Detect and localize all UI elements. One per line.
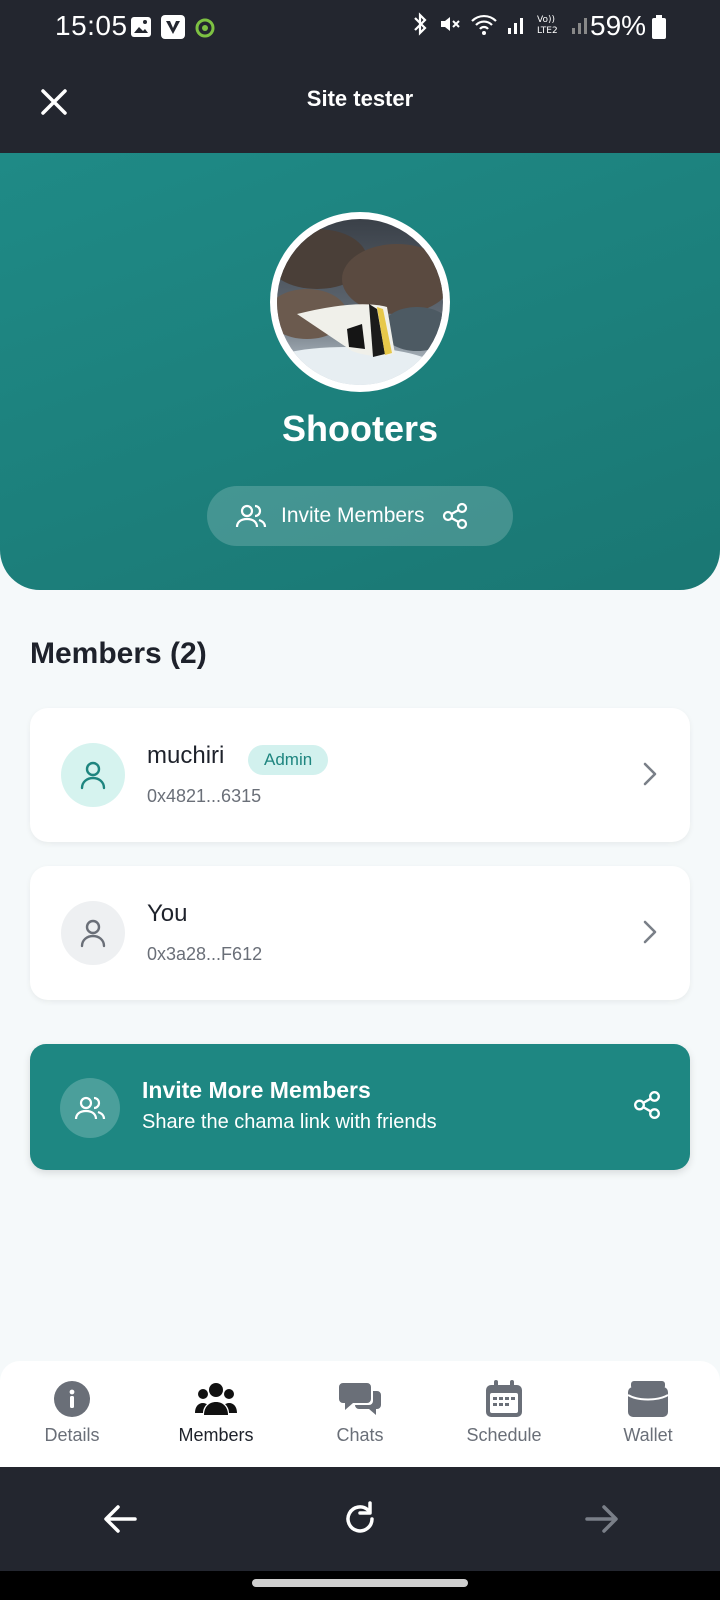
nav-schedule[interactable]: Schedule bbox=[432, 1361, 576, 1467]
user-icon bbox=[80, 919, 106, 948]
invite-members-button[interactable]: Invite Members bbox=[207, 486, 513, 546]
nav-chats[interactable]: Chats bbox=[288, 1361, 432, 1467]
member-row-you[interactable]: You 0x3a28...F612 bbox=[30, 866, 690, 1000]
wifi-icon bbox=[471, 14, 497, 35]
group-header: Shooters Invite Members bbox=[0, 153, 720, 590]
status-system-icons: Vo)) LTE2 bbox=[410, 12, 592, 36]
page-title: Site tester bbox=[306, 86, 414, 111]
reload-button[interactable] bbox=[340, 1499, 380, 1539]
info-icon bbox=[54, 1381, 90, 1417]
system-gesture-area bbox=[0, 1571, 720, 1600]
nav-details[interactable]: Details bbox=[0, 1361, 144, 1467]
bluetooth-icon bbox=[414, 12, 427, 36]
nav-wallet-label: Wallet bbox=[623, 1425, 673, 1445]
status-notification-icons bbox=[130, 14, 216, 40]
forward-button[interactable] bbox=[582, 1499, 622, 1539]
member-name: muchiri bbox=[147, 742, 225, 769]
app-bar: Site tester bbox=[0, 54, 720, 153]
status-time: 15:05 bbox=[55, 10, 128, 41]
admin-badge: Admin bbox=[248, 745, 329, 775]
status-bar: 15:05 Vo)) LTE2 59% bbox=[0, 0, 720, 54]
banner-users-icon-wrap bbox=[60, 1078, 120, 1138]
bottom-navigation: Details Members Chats Schedule Wallet bbox=[0, 1361, 720, 1467]
battery-percentage: 59% bbox=[590, 10, 647, 41]
banner-title: Invite More Members bbox=[142, 1077, 371, 1103]
users-icon bbox=[235, 504, 267, 528]
nav-members[interactable]: Members bbox=[144, 1361, 288, 1467]
chevron-right-icon bbox=[643, 762, 657, 786]
battery-icon bbox=[652, 15, 666, 39]
wallet-icon bbox=[628, 1381, 668, 1417]
member-avatar bbox=[61, 901, 125, 965]
v-app-icon bbox=[161, 15, 185, 39]
member-avatar bbox=[61, 743, 125, 807]
leaf-app-icon bbox=[195, 18, 215, 38]
invite-more-members-card[interactable]: Invite More Members Share the chama link… bbox=[30, 1044, 690, 1170]
arrow-left-icon bbox=[104, 1505, 137, 1533]
member-address: 0x4821...6315 bbox=[147, 786, 262, 806]
volte-icon: Vo))LTE2 bbox=[537, 15, 558, 36]
gallery-icon bbox=[131, 17, 151, 37]
svg-text:Vo)): Vo)) bbox=[537, 15, 555, 25]
group-avatar[interactable] bbox=[270, 212, 450, 392]
share-icon[interactable] bbox=[632, 1090, 662, 1120]
mute-icon bbox=[441, 17, 460, 31]
nav-details-label: Details bbox=[44, 1425, 100, 1445]
signal-icon bbox=[508, 18, 523, 34]
svg-text:LTE2: LTE2 bbox=[537, 26, 558, 36]
members-heading: Members (2) bbox=[30, 637, 207, 670]
browser-controls bbox=[0, 1467, 720, 1571]
member-row-muchiri[interactable]: muchiri Admin 0x4821...6315 bbox=[30, 708, 690, 842]
home-indicator[interactable] bbox=[252, 1579, 468, 1587]
reload-icon bbox=[346, 1501, 374, 1533]
users-icon bbox=[195, 1383, 237, 1415]
users-icon bbox=[74, 1096, 106, 1120]
nav-wallet[interactable]: Wallet bbox=[576, 1361, 720, 1467]
invite-members-label: Invite Members bbox=[281, 504, 425, 527]
group-avatar-image bbox=[277, 219, 443, 385]
nav-chats-label: Chats bbox=[336, 1425, 384, 1445]
back-button[interactable] bbox=[100, 1499, 140, 1539]
chevron-right-icon bbox=[643, 920, 657, 944]
share-icon bbox=[442, 502, 467, 530]
chat-icon bbox=[339, 1383, 381, 1415]
arrow-right-icon bbox=[585, 1505, 618, 1533]
member-address: 0x3a28...F612 bbox=[147, 944, 263, 964]
member-name: You bbox=[147, 900, 188, 927]
nav-schedule-label: Schedule bbox=[466, 1425, 542, 1445]
group-name: Shooters bbox=[281, 408, 439, 449]
calendar-icon bbox=[486, 1380, 522, 1417]
signal-2-icon bbox=[572, 18, 587, 34]
banner-subtitle: Share the chama link with friends bbox=[142, 1111, 437, 1133]
nav-members-label: Members bbox=[178, 1425, 254, 1445]
user-icon bbox=[80, 761, 106, 790]
